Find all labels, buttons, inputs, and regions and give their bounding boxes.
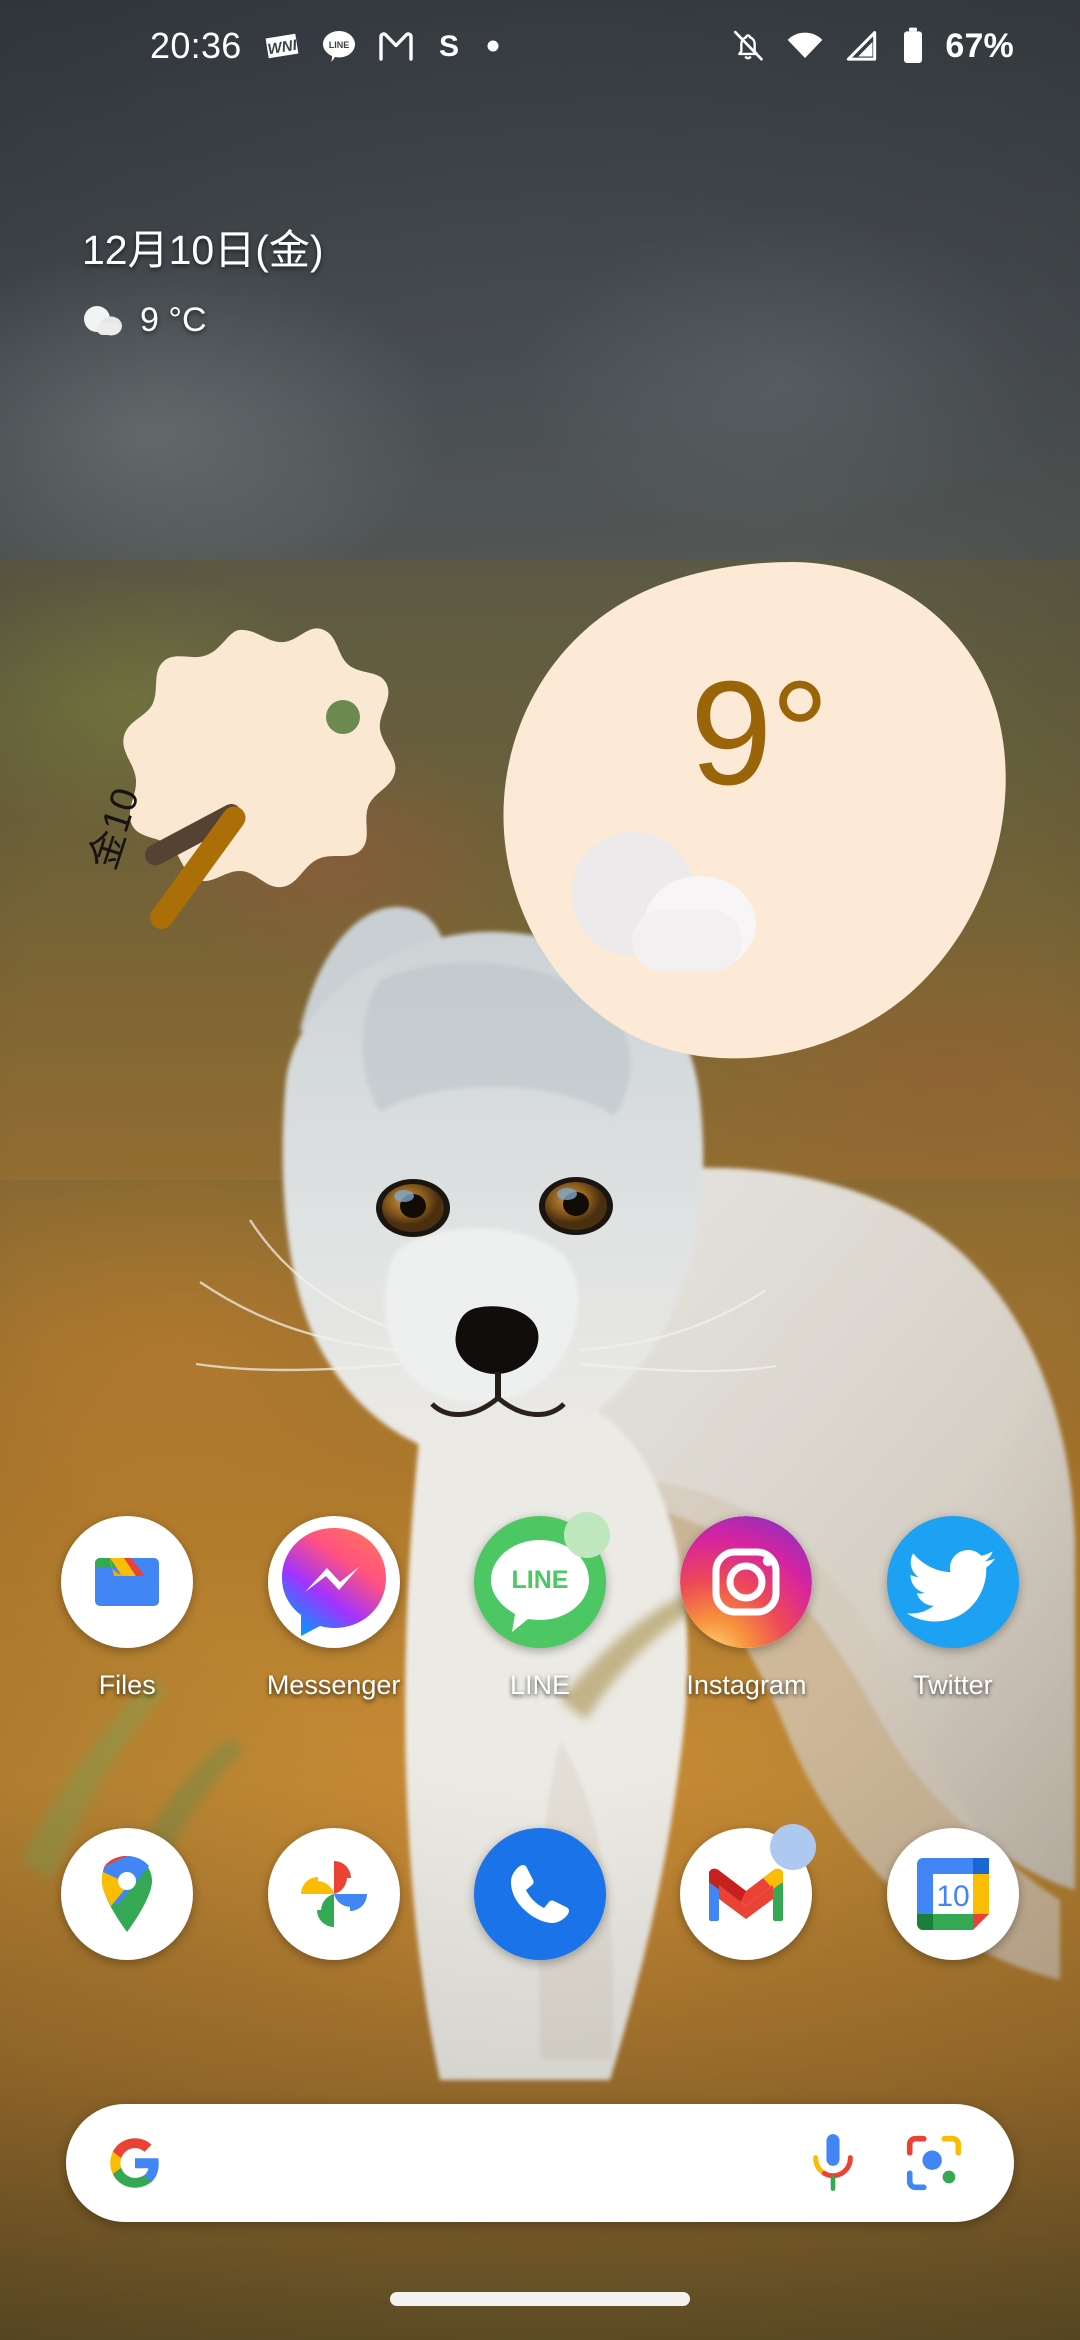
google-g-logo [110,2138,159,2188]
analog-clock-widget[interactable]: 金10 [48,620,430,1002]
notification-badge [564,1512,611,1558]
wni-weather-icon: WNI [265,33,298,59]
phone-icon-wrap[interactable] [474,1828,607,1960]
status-bar-left: 20:36 WNI LINE S [0,25,502,67]
app-label: LINE [510,1670,571,1700]
files-icon-wrap[interactable] [61,1516,194,1648]
messenger-icon[interactable] [267,1516,400,1648]
date-weather-widget[interactable]: 12月10日(金) 9 °C [82,227,324,340]
google-lens-icon[interactable] [906,2135,962,2191]
app-label: Twitter [913,1670,993,1700]
wallpaper-vignette [0,0,1080,2340]
calendar-day-number: 10 [936,1880,969,1913]
app-item-photos[interactable] [230,1828,436,1960]
maps-icon-wrap[interactable] [61,1828,194,1960]
microphone-icon[interactable] [808,2132,858,2194]
wifi-icon [788,32,823,58]
line-icon-wrap[interactable]: LINE [474,1512,611,1648]
app-item-instagram[interactable]: Instagram [643,1516,849,1701]
cloudy-icon [571,832,756,972]
line-icon: LINE [322,31,355,62]
app-label: Instagram [686,1670,807,1700]
notification-icons[interactable]: WNI LINE S [264,28,502,64]
app-item-line[interactable]: LINE LINE [437,1512,643,1701]
svg-text:LINE: LINE [512,1566,569,1594]
app-label: Files [98,1670,156,1700]
weather-blob-widget[interactable]: 9° [492,552,1012,1072]
gmail-icon-wrap[interactable] [680,1824,817,1960]
app-item-twitter[interactable]: Twitter [850,1516,1056,1701]
battery-percent-label: 67% [945,26,1014,65]
home-apps-row: Files Messenger LINE LINE Instagram Twit… [0,1512,1080,1701]
calendar-icon[interactable]: 10 [886,1828,1019,1960]
weather-temperature-label: 9° [690,651,829,816]
status-bar-clock: 20:36 [150,25,242,66]
search-bar-actions [808,2132,1014,2194]
app-item-phone[interactable] [437,1828,643,1960]
instagram-icon-wrap[interactable] [680,1516,813,1648]
app-item-calendar[interactable]: 10 [850,1828,1056,1960]
cloudy-icon [84,305,122,336]
gmail-icon [378,32,413,61]
instagram-icon[interactable] [680,1516,813,1648]
app-item-gmail[interactable] [643,1824,849,1960]
home-gesture-pill[interactable] [390,2292,690,2306]
status-bar[interactable]: 20:36 WNI LINE S 67% [0,0,1080,92]
calendar-icon-wrap[interactable]: 10 [886,1828,1019,1960]
svg-text:S: S [439,30,459,63]
app-label: Messenger [266,1670,401,1700]
dock-row: 10 [0,1824,1080,1960]
google-search-bar[interactable] [66,2104,1014,2222]
twitter-icon-wrap[interactable] [886,1516,1019,1648]
status-bar-right: 67% [729,26,1080,66]
wallpaper [0,0,1080,2340]
notification-badge [770,1824,817,1870]
cellular-signal-icon [847,31,877,61]
battery-icon [904,27,923,63]
phone-icon[interactable] [474,1828,607,1960]
date-label: 12月10日(金) [82,227,324,273]
photos-icon-wrap[interactable] [267,1828,400,1960]
messenger-icon-wrap[interactable] [267,1516,400,1648]
weather-row: 9 °C [82,301,324,340]
clock-accent-dot [326,700,360,734]
app-item-messenger[interactable]: Messenger [230,1516,436,1701]
files-icon[interactable] [61,1516,194,1648]
s-app-icon: S [439,30,459,63]
app-item-maps[interactable] [24,1828,230,1960]
app-item-files[interactable]: Files [24,1516,230,1701]
svg-text:LINE: LINE [328,40,349,50]
twitter-icon[interactable] [886,1516,1019,1648]
svg-text:WNI: WNI [266,37,298,58]
dot-icon [487,40,499,52]
temperature-label: 9 °C [140,301,207,340]
maps-icon[interactable] [61,1828,194,1960]
notifications-muted-icon [734,30,764,61]
photos-icon[interactable] [267,1828,400,1960]
